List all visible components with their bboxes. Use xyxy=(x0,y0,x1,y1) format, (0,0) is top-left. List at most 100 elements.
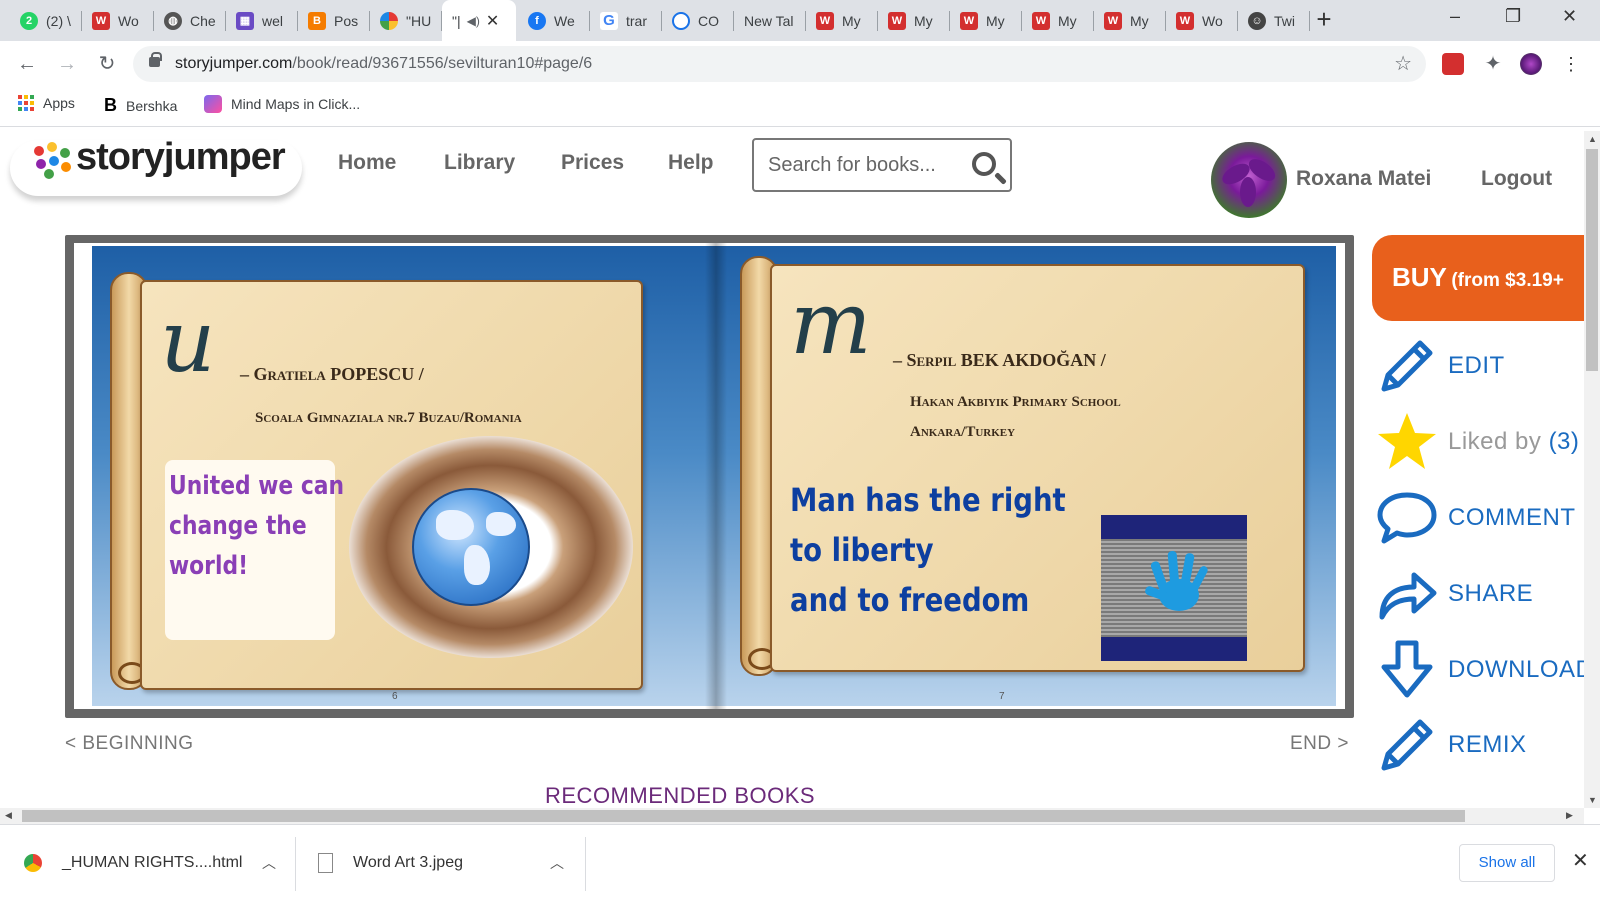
new-tab-button[interactable]: + xyxy=(1310,6,1338,34)
tab-globe[interactable]: ◍ Che xyxy=(154,0,226,41)
scroll-left-icon[interactable]: ◀ xyxy=(5,810,12,821)
tab-word-art[interactable]: W My xyxy=(878,0,950,41)
tab-whatsapp[interactable]: 2 (2) \ xyxy=(10,0,82,41)
avatar[interactable] xyxy=(1211,142,1287,218)
back-arrow-icon[interactable]: ← xyxy=(13,50,41,78)
globe-icon xyxy=(412,488,530,606)
tab-co[interactable]: CO xyxy=(662,0,734,41)
slogan-line: United we can xyxy=(169,471,345,501)
download-item[interactable]: Word Art 3.jpeg xyxy=(318,825,463,901)
nav-library[interactable]: Library xyxy=(444,151,515,175)
tab-facebook[interactable]: f We xyxy=(518,0,590,41)
url-text[interactable]: storyjumper.com/book/read/93671556/sevil… xyxy=(175,55,592,73)
download-filename: Word Art 3.jpeg xyxy=(353,854,463,871)
scroll-up-icon[interactable]: ▲ xyxy=(1588,134,1597,144)
bookmark-mind-maps[interactable]: Mind Maps in Click... xyxy=(204,95,360,113)
tab-active[interactable]: "| ◀) ✕ xyxy=(442,0,516,41)
school-location: Ankara/Turkey xyxy=(910,424,1016,440)
scroll-right-icon[interactable]: ▶ xyxy=(1566,810,1573,821)
liked-count[interactable]: (3) xyxy=(1549,428,1580,455)
end-link[interactable]: END > xyxy=(1290,733,1349,755)
logout-link[interactable]: Logout xyxy=(1481,167,1552,191)
speech-bubble-icon xyxy=(1377,492,1437,544)
download-item[interactable]: _HUMAN RIGHTS....html xyxy=(24,825,242,901)
vertical-scrollbar[interactable]: ▲ ▼ xyxy=(1584,131,1600,808)
word-art-icon: W xyxy=(816,11,834,30)
chrome-file-icon xyxy=(24,854,42,872)
word-art-icon: W xyxy=(888,11,906,30)
download-options-chevron-icon[interactable]: ︿ xyxy=(550,825,564,901)
show-all-button[interactable]: Show all xyxy=(1459,844,1555,882)
horizontal-scroll-thumb[interactable] xyxy=(22,810,1465,822)
pdf-extension-icon[interactable] xyxy=(1442,53,1464,75)
decorative-letter: u xyxy=(160,292,216,392)
download-options-chevron-icon[interactable]: ︿ xyxy=(262,825,276,901)
share-label: SHARE xyxy=(1448,580,1534,607)
vertical-scroll-thumb[interactable] xyxy=(1586,149,1598,371)
nav-help[interactable]: Help xyxy=(668,151,714,175)
tab-word-art[interactable]: W My xyxy=(1094,0,1166,41)
like-button[interactable]: Liked by (3) xyxy=(1376,410,1592,474)
edit-button[interactable]: EDIT xyxy=(1376,334,1592,398)
forward-arrow-icon[interactable]: → xyxy=(53,50,81,78)
tab-google[interactable]: G trar xyxy=(590,0,662,41)
recommended-books-heading[interactable]: RECOMMENDED BOOKS xyxy=(545,783,815,809)
human-rights-hand-image xyxy=(1101,515,1247,661)
tab-new[interactable]: New Tal xyxy=(734,0,806,41)
hand-icon xyxy=(1145,550,1208,611)
tab-label: Wo xyxy=(1202,12,1223,29)
bookmark-label: Mind Maps in Click... xyxy=(231,96,361,112)
download-shelf: _HUMAN RIGHTS....html ︿ Word Art 3.jpeg … xyxy=(0,824,1600,900)
remix-button[interactable]: REMIX xyxy=(1376,713,1592,777)
minimize-icon[interactable]: – xyxy=(1450,6,1460,27)
tab-word-art[interactable]: W My xyxy=(806,0,878,41)
tab-word-art[interactable]: W Wo xyxy=(82,0,154,41)
tab-label: My xyxy=(1058,12,1077,29)
comment-button[interactable]: COMMENT xyxy=(1376,486,1592,550)
storyjumper-logo[interactable]: storyjumper xyxy=(10,132,305,198)
slogan-line: world! xyxy=(169,551,249,581)
speaker-icon[interactable]: ◀) xyxy=(467,14,480,28)
user-name[interactable]: Roxana Matei xyxy=(1296,167,1431,191)
bookmark-bershka[interactable]: B Bershka xyxy=(104,95,177,116)
scroll-down-icon[interactable]: ▼ xyxy=(1588,795,1597,805)
tab-word-art[interactable]: W My xyxy=(1022,0,1094,41)
tab-word-art[interactable]: W Wo xyxy=(1166,0,1238,41)
menu-dots-icon[interactable]: ⋮ xyxy=(1560,53,1582,75)
author-name: – Serpil BEK AKDOĞAN / xyxy=(893,350,1106,370)
download-button[interactable]: DOWNLOAD xyxy=(1376,638,1592,702)
search-input[interactable]: Search for books... xyxy=(752,138,1012,192)
share-button[interactable]: SHARE xyxy=(1376,562,1592,626)
tab-storyjumper[interactable]: "HU xyxy=(370,0,442,41)
close-window-icon[interactable]: ✕ xyxy=(1562,6,1577,27)
reload-icon[interactable]: ↻ xyxy=(93,50,121,78)
search-icon[interactable] xyxy=(972,152,996,176)
pencil-icon xyxy=(1381,340,1433,392)
bookmark-apps[interactable]: Apps xyxy=(18,95,75,111)
horizontal-scrollbar[interactable]: ◀ ▶ xyxy=(0,808,1584,824)
word-art-icon: W xyxy=(92,11,110,30)
tab-word-art[interactable]: W My xyxy=(950,0,1022,41)
word-art-icon: W xyxy=(1032,11,1050,30)
address-bar[interactable]: storyjumper.com/book/read/93671556/sevil… xyxy=(133,46,1426,82)
face-icon: ☺ xyxy=(1248,11,1266,30)
beginning-link[interactable]: < BEGINNING xyxy=(65,733,194,755)
tab-image[interactable]: ▦ wel xyxy=(226,0,298,41)
profile-avatar-icon[interactable] xyxy=(1520,53,1542,75)
tab-twitter[interactable]: ☺ Twi xyxy=(1238,0,1310,41)
restore-icon[interactable]: ❐ xyxy=(1505,6,1521,27)
extensions-puzzle-icon[interactable]: ✦ xyxy=(1482,53,1504,75)
nav-prices[interactable]: Prices xyxy=(561,151,624,175)
logo-dots-icon xyxy=(34,140,72,179)
close-tab-icon[interactable]: ✕ xyxy=(486,11,499,31)
bookmark-star-icon[interactable]: ☆ xyxy=(1394,51,1412,76)
word-art-icon: W xyxy=(960,11,978,30)
slogan-line: change the xyxy=(169,511,307,541)
circle-logo-icon xyxy=(672,11,690,30)
page-number: 7 xyxy=(999,691,1005,702)
tab-blogger[interactable]: B Pos xyxy=(298,0,370,41)
liked-by-label: Liked by (3) xyxy=(1448,428,1579,456)
nav-home[interactable]: Home xyxy=(338,151,396,175)
close-shelf-icon[interactable]: ✕ xyxy=(1572,848,1589,873)
buy-button[interactable]: BUY (from $3.19+ xyxy=(1372,235,1592,321)
